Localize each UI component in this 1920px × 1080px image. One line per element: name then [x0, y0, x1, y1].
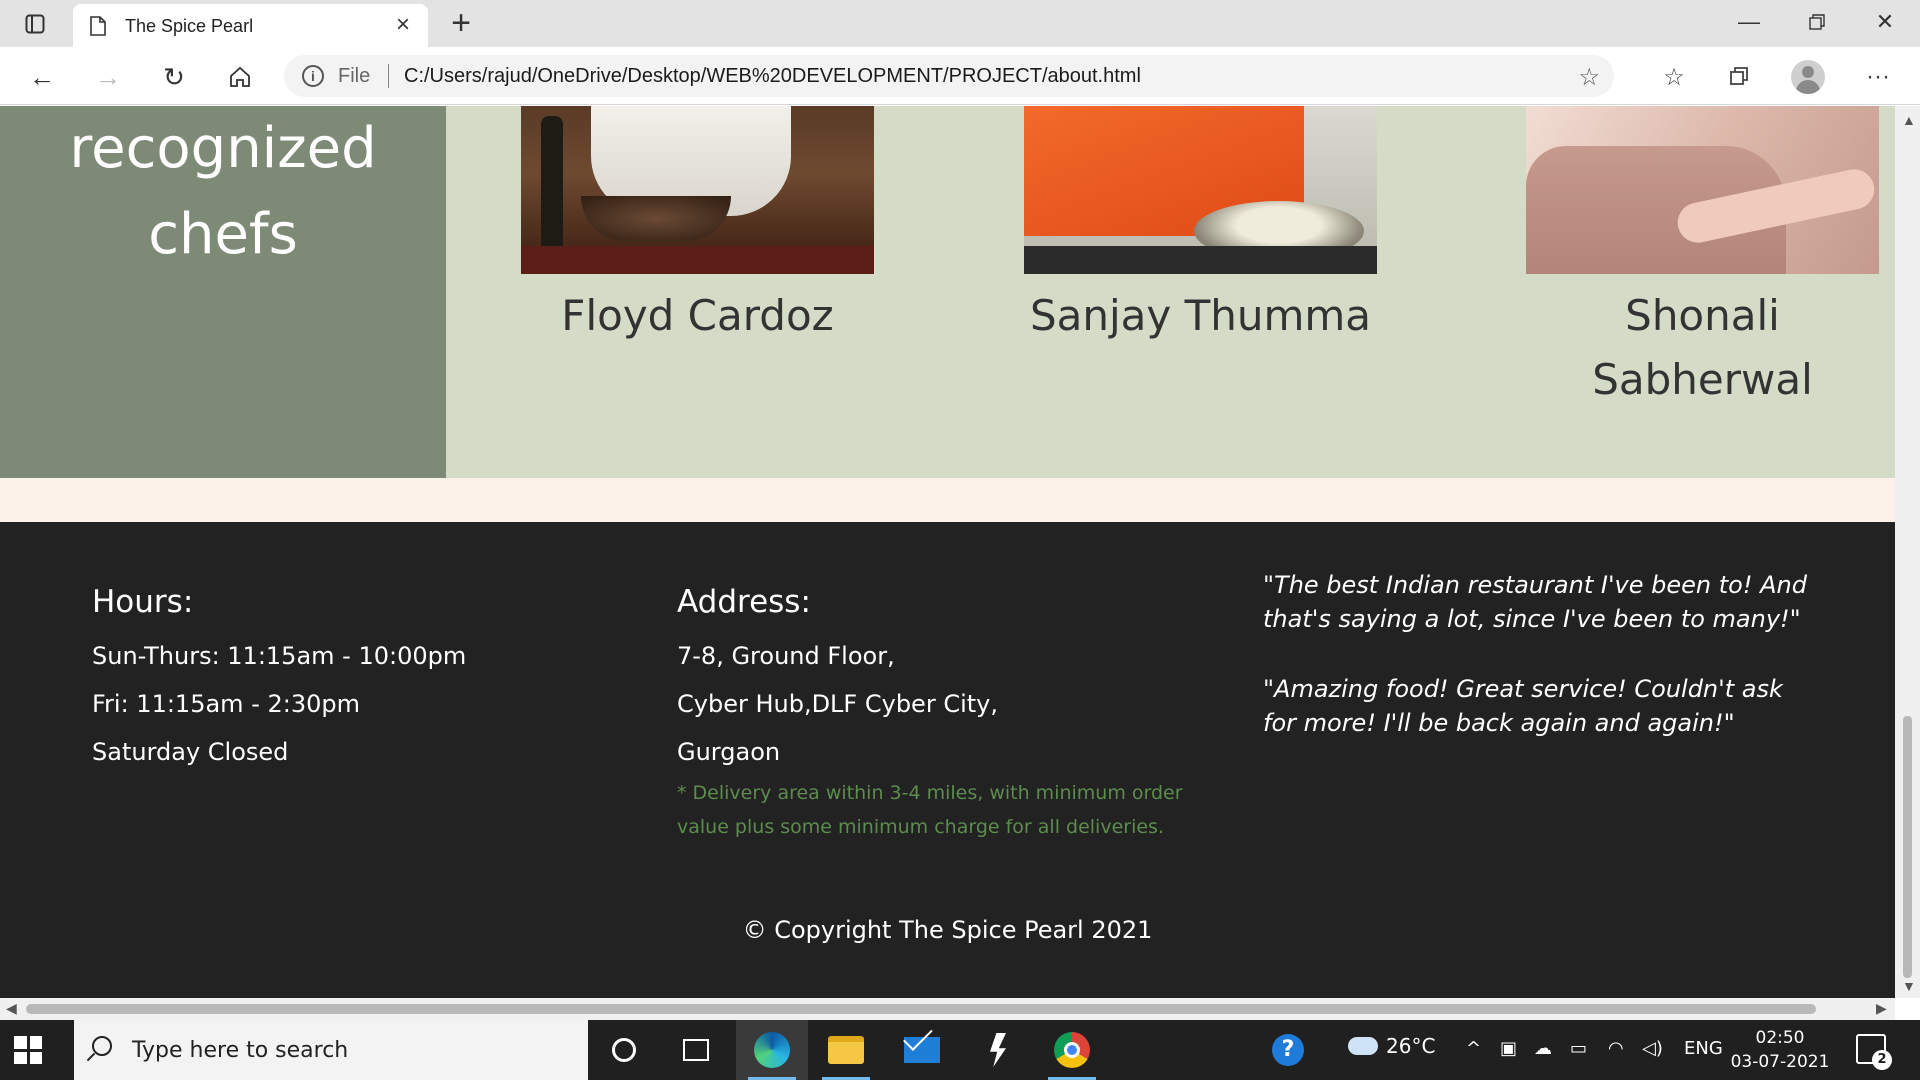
close-icon[interactable]: × — [392, 11, 414, 38]
chef-photo — [1526, 106, 1879, 274]
hours-line: Sun-Thurs: 11:15am - 10:00pm — [92, 642, 467, 670]
hours-line: Saturday Closed — [92, 738, 289, 766]
add-favorite-icon[interactable]: ☆ — [1578, 63, 1600, 92]
address-separator — [388, 64, 389, 88]
collections-icon[interactable] — [1720, 57, 1760, 97]
taskbar-search[interactable]: Type here to search — [74, 1020, 588, 1080]
battery-icon[interactable]: ▭ — [1570, 1038, 1587, 1059]
task-view-icon[interactable] — [660, 1020, 732, 1080]
testimonials-column: "The best Indian restaurant I've been to… — [1263, 568, 1823, 740]
hours-line: Fri: 11:15am - 2:30pm — [92, 690, 360, 718]
chef-card: Sanjay Thumma — [1024, 106, 1377, 348]
scroll-left-icon[interactable]: ◀ — [6, 1000, 17, 1017]
section-divider — [0, 478, 1895, 522]
window-close-icon[interactable]: ✕ — [1850, 0, 1920, 44]
chefs-heading: recognized chefs — [0, 106, 446, 278]
vertical-scrollbar[interactable]: ▲ ▼ — [1895, 106, 1920, 998]
mail-icon[interactable] — [886, 1020, 958, 1080]
browser-tab-strip: The Spice Pearl × + — ✕ — [0, 0, 1920, 47]
profile-icon[interactable] — [1791, 60, 1825, 94]
address-bar[interactable]: i File C:/Users/rajud/OneDrive/Desktop/W… — [284, 55, 1614, 97]
weather-icon — [1348, 1037, 1378, 1055]
scroll-down-icon[interactable]: ▼ — [1902, 978, 1916, 994]
chef-name-line2: Sabherwal — [1592, 355, 1813, 404]
chefs-heading-line2: chefs — [148, 202, 298, 267]
copyright: © Copyright The Spice Pearl 2021 — [742, 916, 1153, 944]
help-icon[interactable]: ? — [1272, 1034, 1304, 1066]
windows-taskbar: Type here to search ? 26°C ^ ▣ ☁ ▭ ◠ ◁) … — [0, 1020, 1920, 1080]
file-explorer-icon[interactable] — [810, 1020, 882, 1080]
hours-column: Hours: Sun-Thurs: 11:15am - 10:00pm Fri:… — [92, 582, 466, 776]
scroll-up-icon[interactable]: ▲ — [1902, 112, 1916, 128]
chrome-icon[interactable] — [1036, 1020, 1108, 1080]
horizontal-scrollbar[interactable]: ◀ ▶ — [0, 998, 1895, 1020]
chefs-heading-line1: recognized — [69, 116, 377, 181]
notification-icon[interactable]: 2 — [1856, 1034, 1892, 1070]
clock[interactable]: 02:50 03-07-2021 — [1728, 1026, 1832, 1074]
horizontal-scroll-thumb[interactable] — [26, 1004, 1816, 1014]
info-icon[interactable]: i — [302, 65, 324, 87]
tab-title: The Spice Pearl — [125, 16, 254, 36]
search-icon — [92, 1036, 112, 1056]
start-icon[interactable] — [14, 1036, 42, 1064]
address-title: Address: — [677, 584, 811, 620]
hours-title: Hours: — [92, 584, 194, 620]
chef-name: Sanjay Thumma — [1029, 291, 1372, 340]
chef-card: Shonali Sabherwal — [1526, 106, 1879, 412]
minimize-icon[interactable]: — — [1714, 0, 1784, 44]
address-column: Address: 7-8, Ground Floor, Cyber Hub,DL… — [677, 582, 1197, 844]
chefs-heading-panel: recognized chefs — [0, 106, 446, 478]
url-text[interactable]: C:/Users/rajud/OneDrive/Desktop/WEB%20DE… — [404, 65, 1141, 88]
more-icon[interactable]: ··· — [1858, 57, 1898, 97]
notification-count: 2 — [1872, 1050, 1892, 1070]
vertical-scroll-thumb[interactable] — [1903, 716, 1912, 978]
address-line: 7-8, Ground Floor, — [677, 642, 895, 670]
visual-studio-icon[interactable] — [962, 1020, 1034, 1080]
home-icon[interactable] — [220, 57, 260, 97]
chef-photo — [1024, 106, 1377, 274]
testimonial-quote: "Amazing food! Great service! Couldn't a… — [1263, 675, 1783, 737]
tray-chevron-icon[interactable]: ^ — [1466, 1038, 1481, 1059]
chef-photo — [521, 106, 874, 274]
clock-date: 03-07-2021 — [1730, 1052, 1830, 1072]
tab-actions-icon[interactable] — [14, 10, 56, 38]
chef-name-line1: Shonali — [1625, 291, 1780, 340]
footer: Hours: Sun-Thurs: 11:15am - 10:00pm Fri:… — [0, 522, 1895, 998]
address-line: Cyber Hub,DLF Cyber City, — [677, 690, 998, 718]
browser-tab[interactable]: The Spice Pearl × — [73, 4, 428, 47]
clock-time: 02:50 — [1755, 1028, 1805, 1048]
favorites-icon[interactable]: ☆ — [1654, 57, 1694, 97]
browser-toolbar: ← → ↻ i File C:/Users/rajud/OneDrive/Des… — [0, 47, 1920, 105]
page-icon — [90, 16, 106, 36]
cortana-icon[interactable] — [588, 1020, 660, 1080]
language-indicator[interactable]: ENG — [1684, 1038, 1723, 1059]
chef-name: Shonali Sabherwal — [1526, 284, 1879, 412]
wifi-icon[interactable]: ◠ — [1608, 1038, 1624, 1059]
meet-icon[interactable]: ▣ — [1500, 1038, 1517, 1059]
onedrive-icon[interactable]: ☁ — [1534, 1038, 1552, 1059]
back-icon[interactable]: ← — [22, 57, 62, 97]
chefs-gallery: Floyd Cardoz Sanjay Thumma Shonali Sabhe… — [446, 106, 1895, 478]
weather-widget[interactable]: 26°C — [1348, 1034, 1435, 1058]
weather-temp: 26°C — [1386, 1034, 1436, 1058]
chef-name: Floyd Cardoz — [561, 291, 834, 340]
restore-icon[interactable] — [1782, 0, 1852, 44]
search-placeholder: Type here to search — [132, 1038, 349, 1063]
page-viewport: recognized chefs Floyd Cardoz Sanjay Thu… — [0, 106, 1895, 998]
volume-icon[interactable]: ◁) — [1642, 1038, 1663, 1059]
delivery-note: * Delivery area within 3-4 miles, with m… — [677, 782, 1183, 838]
testimonial-quote: "The best Indian restaurant I've been to… — [1263, 571, 1807, 633]
new-tab-button[interactable]: + — [444, 6, 478, 40]
address-line: Gurgaon — [677, 738, 781, 766]
scheme-label: File — [338, 65, 371, 87]
forward-icon[interactable]: → — [88, 57, 128, 97]
chef-card: Floyd Cardoz — [521, 106, 874, 348]
scroll-right-icon[interactable]: ▶ — [1876, 1000, 1887, 1017]
refresh-icon[interactable]: ↻ — [154, 57, 194, 97]
edge-icon[interactable] — [736, 1020, 808, 1080]
